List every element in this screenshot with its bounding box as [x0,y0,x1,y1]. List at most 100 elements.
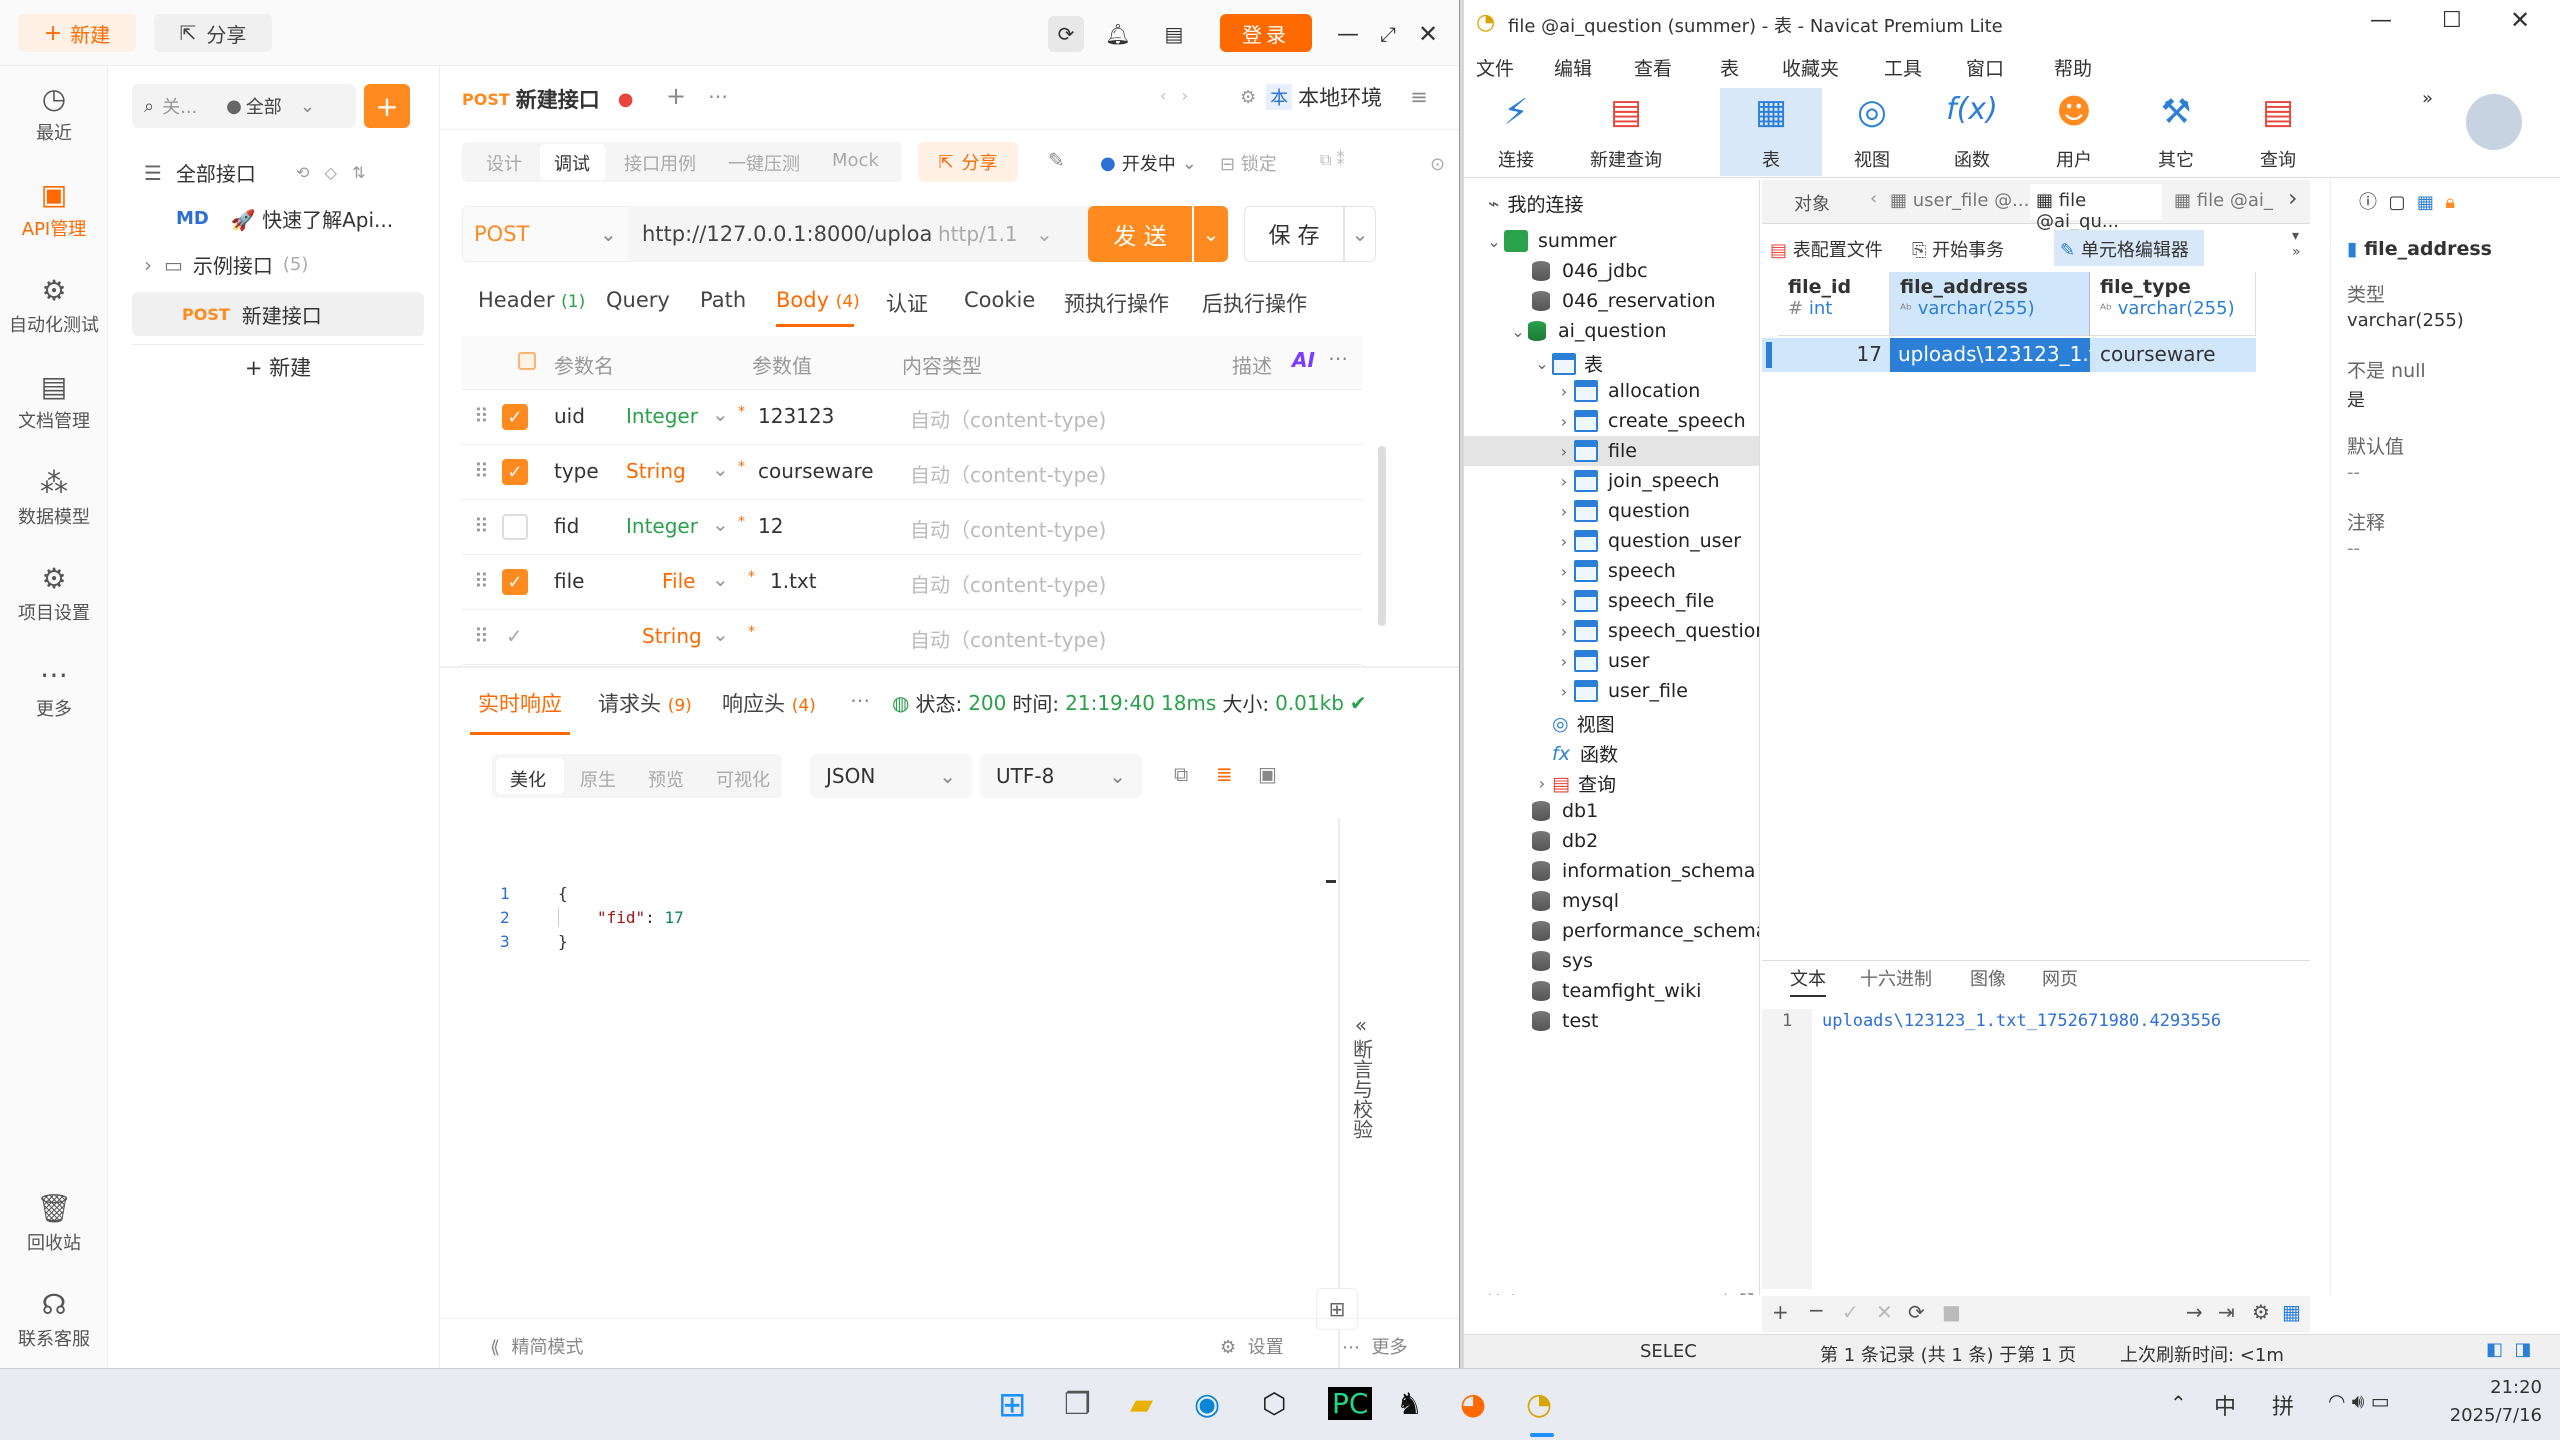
tab-resp-headers[interactable]: 响应头 (4) [722,688,816,718]
cursor-app-icon[interactable]: ⬡ [1262,1387,1286,1420]
side-support[interactable]: ☊ 联系客服 [0,1288,108,1351]
send-options-icon[interactable]: ⌄ [1194,206,1228,262]
menu-favorites[interactable]: 收藏夹 [1782,54,1839,81]
send-button[interactable]: 发 送 [1088,206,1192,262]
toolbar-user[interactable]: ☻ 用户 [2026,92,2122,172]
task-view-icon[interactable]: ❐ [1064,1387,1091,1422]
menu-tools[interactable]: 工具 [1884,54,1922,81]
navicat-icon[interactable]: ◔ [1526,1387,1552,1422]
tab-header[interactable]: Header (1) [478,288,585,312]
view-visual[interactable]: 可视化 [716,766,770,792]
tree-table[interactable]: › question [1554,500,1690,522]
toolbar-table[interactable]: ▦ 表 [1720,92,1822,172]
tab-body[interactable]: Body (4) [776,288,860,312]
tree-search[interactable]: ⌕ 关... ● 全部 ⌄ [132,84,356,128]
param-checkbox[interactable]: ✓ [506,624,523,648]
tree-db[interactable]: information_schema [1532,860,1755,882]
drag-handle-icon[interactable]: ⠿ [474,514,489,538]
tray-expand-icon[interactable]: ⌃ [2170,1391,2187,1415]
toolbar-more-icon[interactable]: » [2422,88,2433,109]
param-name[interactable]: uid [554,404,585,428]
more-link[interactable]: ⋯ 更多 [1342,1333,1407,1359]
param-checkbox[interactable]: ✓ [502,459,528,485]
tab-post-ops[interactable]: 后执行操作 [1202,288,1307,318]
cell-file-address[interactable]: uploads\123123_1.tx [1890,338,2090,372]
lock-toggle[interactable]: ⊟ 锁定 [1220,150,1277,176]
cell-editor-button[interactable]: ✎ 单元格编辑器 [2054,230,2204,266]
param-checkbox[interactable] [502,514,528,540]
editor-tab-text[interactable]: 文本 [1790,965,1826,997]
side-toggle-icon[interactable]: ⊙ [1430,154,1445,175]
required-icon[interactable]: * [738,404,745,420]
editor-text[interactable]: uploads\123123_1.txt_1752671980.4293556 [1822,1011,2221,1031]
mode-debug[interactable]: 调试 [554,150,590,176]
panel-toggle-icon[interactable]: ◧ ◨ [2486,1339,2531,1360]
ime-indicator[interactable]: 中 [2214,1389,2236,1421]
tree-filter[interactable]: 全部 [246,93,282,119]
side-recent[interactable]: ◷ 最近 [0,82,108,145]
param-checkbox[interactable]: ✓ [502,404,528,430]
action-more-icon[interactable]: ▾» [2292,228,2301,260]
simple-mode-toggle[interactable]: ⟪ 精简模式 [490,1333,583,1359]
tab-req-headers[interactable]: 请求头 (9) [598,688,692,718]
table-row[interactable]: 17 uploads\123123_1.tx courseware [1762,338,2256,372]
save-icon[interactable]: ▣ [1258,762,1277,786]
delete-row-icon[interactable]: − [1808,1298,1825,1322]
close-icon[interactable]: ✕ [2510,6,2530,34]
tab-objects[interactable]: 对象 [1794,190,1830,216]
url-input[interactable]: http://127.0.0.1:8000/uploa [642,222,932,246]
tree-table[interactable]: › question_user [1554,530,1741,552]
required-icon[interactable]: * [748,624,755,640]
tree-root[interactable]: ⌁ 我的连接 [1488,190,1583,217]
add-row-icon[interactable]: + [1772,1300,1789,1324]
cell-file-id[interactable]: 17 [1778,342,1882,366]
assert-panel-toggle[interactable]: «断言与校验 [1346,1012,1376,1146]
edit-icon[interactable]: ✎ [1048,148,1065,172]
param-value[interactable]: 12 [758,514,783,538]
maximize-icon[interactable]: ⤢ [1370,16,1406,52]
method-select[interactable]: POST [474,222,529,246]
side-autotest[interactable]: ⚙ 自动化测试 [0,274,108,337]
col-file-type[interactable]: file_type ᴬᵇ varchar(255) [2090,272,2256,336]
copy-icon[interactable]: ⧉ [1174,762,1188,786]
tab-nav-left-icon[interactable]: ‹ [1870,188,1877,209]
save-options-icon[interactable]: ⌄ [1344,206,1376,262]
tree-table[interactable]: › speech_question [1554,620,1759,642]
tree-search-input[interactable]: 关... [162,93,222,119]
param-ctype[interactable]: 自动（content-type) [910,514,1106,543]
tab-nav-icons[interactable]: ‹ › [1160,86,1188,105]
tab-pre-ops[interactable]: 预执行操作 [1064,288,1169,318]
tree-db[interactable]: db2 [1532,830,1598,852]
minimize-icon[interactable]: — [1330,16,1366,52]
mode-stress[interactable]: 一键压测 [728,150,800,176]
file-explorer-icon[interactable]: ▰ [1130,1387,1153,1422]
toolbar-connect[interactable]: ⚡ 连接 [1474,92,1558,172]
maximize-icon[interactable]: ☐ [2442,8,2462,33]
endpoint-item-selected[interactable]: POST 新建接口 [132,292,424,336]
new-button[interactable]: + 新建 [18,14,136,52]
toolbar-query[interactable]: ▤ 查询 [2230,92,2326,172]
side-more[interactable]: ⋯ 更多 [0,658,108,721]
menu-file[interactable]: 文件 [1476,54,1514,81]
param-name[interactable]: type [554,459,599,483]
editor-tab-web[interactable]: 网页 [2042,965,2078,991]
toolbar-view[interactable]: ◎ 视图 [1824,92,1920,172]
edge-icon[interactable]: ◉ [1194,1387,1220,1422]
side-api[interactable]: ▣ API管理 [0,178,108,241]
toolbar-function[interactable]: f(x) 函数 [1924,92,2020,172]
tab-new-endpoint[interactable]: POST 新建接口 ● [462,84,633,114]
tab-nav-right-icon[interactable]: › [2288,184,2298,212]
select-all-checkbox[interactable] [518,352,536,370]
required-icon[interactable]: * [748,569,755,585]
more-icon[interactable]: ⋯ [1328,346,1348,370]
copy-icon[interactable]: ⧉ ⁑ [1320,150,1345,170]
gear-icon[interactable]: ⚙ [2252,1300,2270,1324]
tree-table[interactable]: › join_speech [1554,470,1720,492]
param-ctype[interactable]: 自动（content-type) [910,624,1106,653]
qq-icon[interactable]: ♞ [1396,1387,1423,1422]
notes-icon[interactable]: ▤ [1156,16,1192,52]
more-icon[interactable]: ⋯ [850,688,870,712]
param-type[interactable]: String [626,459,686,483]
tab-live-response[interactable]: 实时响应 [478,688,562,718]
tree-table[interactable]: › speech [1554,560,1676,582]
